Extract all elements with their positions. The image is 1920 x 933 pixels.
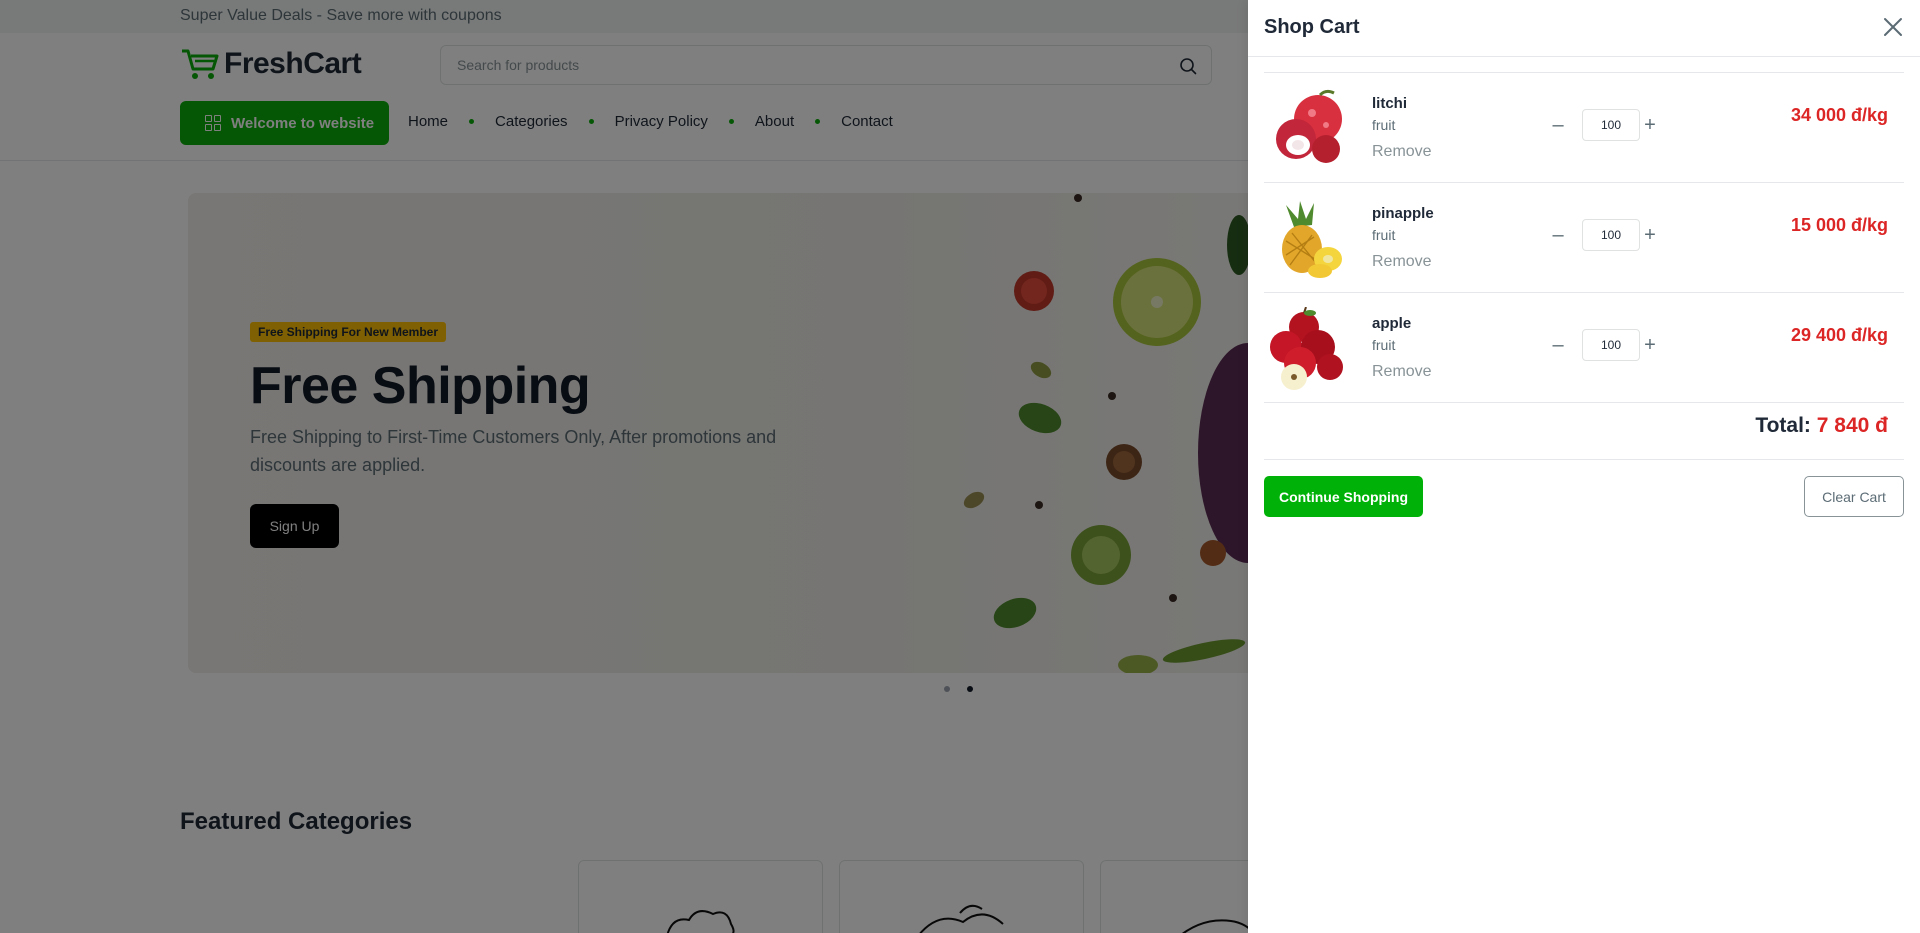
item-name: apple <box>1372 315 1412 332</box>
cart-items-list: litchi fruit Remove – + 34 000 đ/kg pina… <box>1264 72 1904 403</box>
item-category: fruit <box>1372 227 1396 243</box>
increase-quantity-button[interactable]: + <box>1640 111 1660 139</box>
quantity-input[interactable] <box>1582 219 1640 251</box>
item-category: fruit <box>1372 117 1396 133</box>
item-price: 34 000 đ/kg <box>1790 105 1888 125</box>
cart-item: litchi fruit Remove – + 34 000 đ/kg <box>1264 73 1904 183</box>
quantity-input[interactable] <box>1582 329 1640 361</box>
apple-image <box>1270 307 1343 390</box>
item-name: pinapple <box>1372 205 1434 222</box>
clear-cart-button[interactable]: Clear Cart <box>1804 476 1904 517</box>
increase-quantity-button[interactable]: + <box>1640 221 1660 249</box>
cart-item: apple fruit Remove – + 29 400 đ/kg <box>1264 293 1904 403</box>
cart-total: Total: 7 840 đ <box>1755 414 1888 438</box>
decrease-quantity-button[interactable]: – <box>1548 111 1568 139</box>
item-price: 29 400 đ/kg <box>1790 325 1888 345</box>
decrease-quantity-button[interactable]: – <box>1548 331 1568 359</box>
quantity-input[interactable] <box>1582 109 1640 141</box>
litchi-image <box>1276 89 1342 163</box>
shop-cart-drawer: Shop Cart litchi fruit Remove – + <box>1248 0 1920 933</box>
item-category: fruit <box>1372 337 1396 353</box>
total-label: Total: <box>1755 414 1811 437</box>
remove-link[interactable]: Remove <box>1372 143 1432 161</box>
remove-link[interactable]: Remove <box>1372 363 1432 381</box>
item-price: 15 000 đ/kg <box>1790 215 1888 235</box>
cart-item: pinapple fruit Remove – + 15 000 đ/kg <box>1264 183 1904 293</box>
cart-header: Shop Cart <box>1248 0 1920 57</box>
cart-title: Shop Cart <box>1264 16 1360 38</box>
cart-total-row: Total: 7 840 đ <box>1264 404 1904 460</box>
increase-quantity-button[interactable]: + <box>1640 331 1660 359</box>
pineapple-image <box>1282 201 1342 278</box>
continue-shopping-button[interactable]: Continue Shopping <box>1264 476 1423 517</box>
item-name: litchi <box>1372 95 1408 112</box>
remove-link[interactable]: Remove <box>1372 253 1432 271</box>
decrease-quantity-button[interactable]: – <box>1548 221 1568 249</box>
total-value: 7 840 đ <box>1816 414 1888 437</box>
close-icon[interactable] <box>1882 16 1904 38</box>
